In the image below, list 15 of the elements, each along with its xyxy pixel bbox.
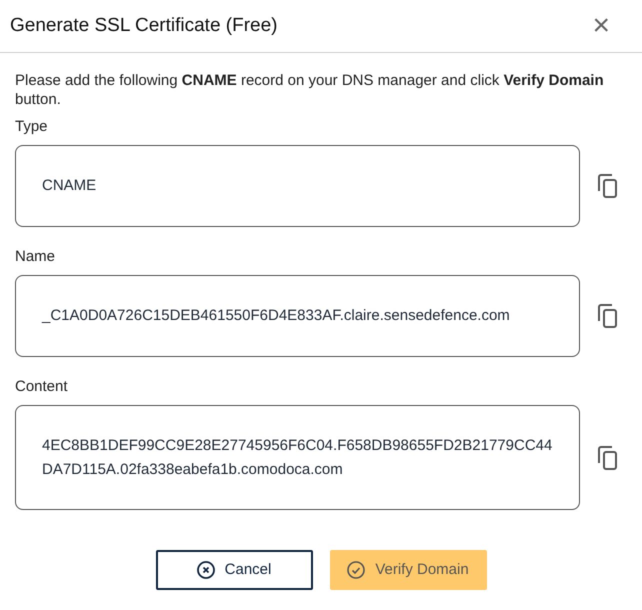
value-field[interactable]: CNAME <box>15 145 580 227</box>
close-circle-icon <box>196 561 215 579</box>
field-label: Name <box>15 248 56 265</box>
value-field[interactable]: _C1A0D0A726C15DEB461550F6D4E833AF.claire.sensedefence.com <box>15 275 580 357</box>
field-label: Type <box>15 118 48 135</box>
cancel-button[interactable]: Cancel <box>156 550 312 590</box>
value-field[interactable]: 4EC8BB1DEF99CC9E28E27745956F6C04.F658DB98655FD2B21779CC44DA7D115A.02fa338eabefa1b.comodoca.com <box>15 405 580 510</box>
copy-icon[interactable] <box>598 304 618 328</box>
instructions: Please add the following CNAME record on your DNS manager and click Verify Domain button. <box>15 71 605 109</box>
dialog-title: Generate SSL Certificate (Free) <box>10 14 278 38</box>
copy-icon[interactable] <box>598 446 618 470</box>
close-button[interactable]: × <box>592 11 610 41</box>
copy-icon[interactable] <box>598 174 618 198</box>
check-circle-icon <box>347 561 366 579</box>
field-label: Content <box>15 378 68 395</box>
